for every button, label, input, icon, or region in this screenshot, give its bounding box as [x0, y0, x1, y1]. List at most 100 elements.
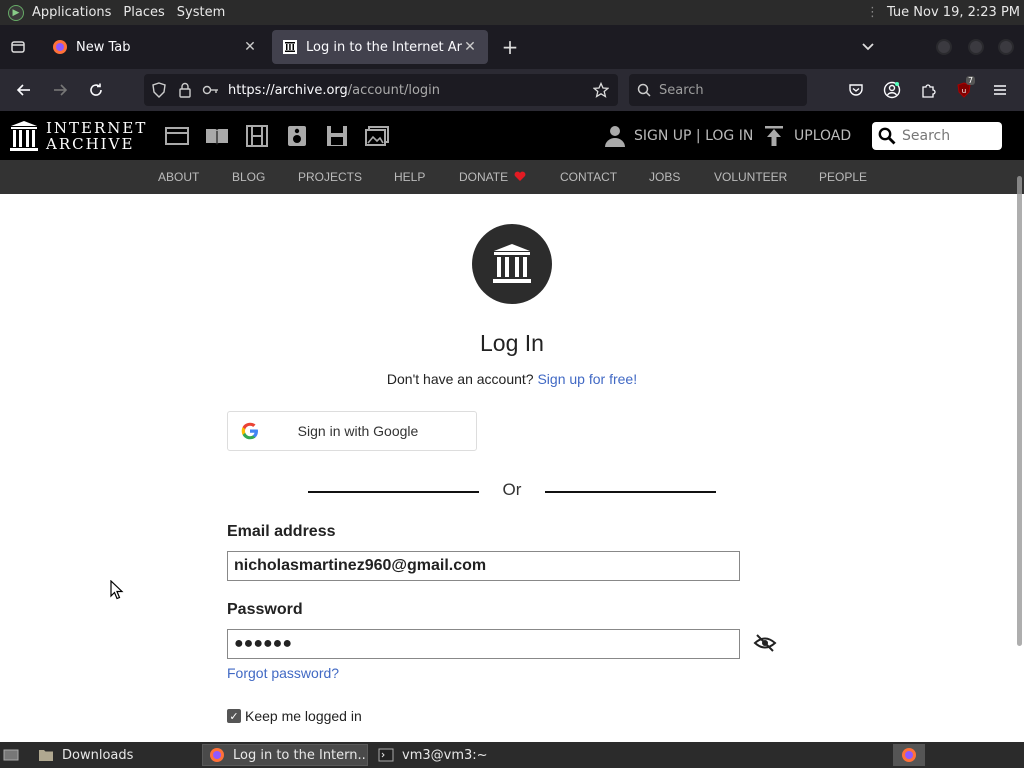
extensions-button[interactable] — [912, 74, 944, 106]
subnav-blog[interactable]: BLOG — [232, 160, 265, 194]
subnav-donate[interactable]: DONATE — [459, 160, 526, 194]
show-desktop-button[interactable] — [0, 744, 26, 766]
key-icon[interactable] — [198, 84, 224, 96]
subnav-volunteer[interactable]: VOLUNTEER — [714, 160, 787, 194]
ia-subnav: ABOUT BLOG PROJECTS HELP DONATE CONTACT … — [0, 160, 1024, 194]
clock-text: Tue Nov 19, 2:23 PM — [886, 5, 1020, 20]
reload-button[interactable] — [78, 74, 114, 106]
pocket-icon — [849, 84, 863, 96]
applications-menu[interactable]: Applications — [26, 0, 117, 25]
maximize-window-button[interactable] — [968, 39, 984, 55]
divider-right — [545, 491, 716, 493]
archive-favicon-icon — [283, 40, 297, 54]
applications-logo-icon[interactable]: ▶ — [8, 4, 24, 21]
signup-login-link[interactable]: SIGN UP | LOG IN — [604, 123, 753, 149]
google-signin-button[interactable]: Sign in with Google — [227, 411, 477, 451]
reload-icon — [90, 83, 102, 96]
ia-search-placeholder: Search — [902, 128, 951, 144]
taskbar-terminal[interactable]: vm3@vm3:~ — [372, 744, 532, 766]
upload-icon — [765, 126, 783, 146]
eye-slash-icon[interactable] — [753, 632, 777, 654]
archive-logo-badge — [472, 224, 552, 304]
password-field[interactable]: ●●●●●● — [227, 629, 740, 659]
keep-logged-in-checkbox[interactable]: ✓ — [227, 709, 241, 723]
audio-media-button[interactable] — [285, 125, 309, 147]
image-icon — [365, 126, 389, 146]
url-bar[interactable]: https://archive.org/account/login — [144, 74, 618, 106]
archive-building-icon — [493, 244, 531, 283]
arrow-left-icon — [16, 84, 30, 96]
new-tab-button[interactable]: + — [492, 30, 528, 64]
film-icon — [246, 125, 268, 147]
terminal-icon — [378, 748, 394, 762]
subnav-contact[interactable]: CONTACT — [560, 160, 617, 194]
tab-new-tab[interactable]: New Tab ✕ — [42, 30, 268, 64]
taskbar: Downloads Log in to the Intern... vm3@vm… — [0, 742, 1024, 768]
archive-building-icon — [10, 121, 38, 151]
back-button[interactable] — [6, 74, 42, 106]
system-menu[interactable]: System — [171, 0, 231, 25]
book-icon — [206, 129, 228, 145]
subnav-projects[interactable]: PROJECTS — [298, 160, 362, 194]
clock[interactable]: ⋮ Tue Nov 19, 2:23 PM — [866, 0, 1020, 25]
taskbar-downloads[interactable]: Downloads — [32, 744, 196, 766]
search-bar[interactable]: Search — [629, 74, 807, 106]
email-field[interactable]: nicholasmartinez960@gmail.com — [227, 551, 740, 581]
texts-media-button[interactable] — [205, 125, 229, 147]
ia-logo-line2: ARCHIVE — [46, 135, 135, 153]
places-menu[interactable]: Places — [117, 0, 170, 25]
subnav-people[interactable]: PEOPLE — [819, 160, 867, 194]
floppy-disk-icon — [327, 126, 347, 146]
subnav-jobs[interactable]: JOBS — [649, 160, 680, 194]
list-all-tabs-button[interactable] — [856, 25, 880, 69]
pocket-button[interactable] — [840, 74, 872, 106]
minimize-window-button[interactable] — [936, 39, 952, 55]
password-label: Password — [227, 601, 303, 618]
images-media-button[interactable] — [365, 125, 389, 147]
lock-icon[interactable] — [172, 82, 198, 98]
keep-logged-in-row[interactable]: ✓ Keep me logged in — [227, 708, 362, 724]
url-text[interactable]: https://archive.org/account/login — [228, 83, 440, 98]
url-host: https://archive.org — [228, 82, 348, 98]
navigation-bar: https://archive.org/account/login Search… — [0, 69, 1024, 111]
panel-separator: ⋮ — [865, 5, 879, 20]
account-button[interactable] — [876, 74, 908, 106]
forward-button[interactable] — [42, 74, 78, 106]
workspace-switcher[interactable] — [893, 744, 925, 766]
taskbar-item-label: vm3@vm3:~ — [402, 747, 488, 763]
shield-icon[interactable] — [146, 82, 172, 98]
keep-logged-in-label: Keep me logged in — [245, 708, 362, 724]
ublock-badge: 7 — [966, 76, 976, 85]
web-media-button[interactable] — [165, 125, 189, 147]
subnav-about[interactable]: ABOUT — [158, 160, 199, 194]
upload-text: UPLOAD — [794, 128, 852, 144]
plus-icon: + — [501, 35, 519, 59]
heart-icon — [514, 171, 526, 181]
software-media-button[interactable] — [325, 125, 349, 147]
forgot-password-link[interactable]: Forgot password? — [227, 665, 339, 681]
close-tab-icon[interactable]: ✕ — [462, 39, 478, 55]
video-media-button[interactable] — [245, 125, 269, 147]
ia-logo[interactable]: INTERNET ARCHIVE — [10, 120, 147, 152]
ublock-button[interactable]: u 7 — [948, 74, 980, 106]
tab-archive-login[interactable]: Log in to the Internet Archive ✕ — [272, 30, 488, 64]
upload-link[interactable]: UPLOAD — [764, 123, 851, 149]
taskbar-firefox[interactable]: Log in to the Intern... — [202, 744, 368, 766]
page-scrollbar[interactable] — [1017, 176, 1022, 646]
firefox-icon — [210, 748, 224, 762]
signup-link[interactable]: Sign up for free! — [537, 371, 637, 387]
no-account-text: Don't have an account? — [386, 371, 534, 387]
speaker-icon — [288, 126, 306, 146]
tab-title: New Tab — [76, 39, 131, 55]
bookmark-star-icon[interactable] — [588, 82, 614, 98]
tab-list-button[interactable] — [0, 25, 36, 69]
hamburger-menu-icon — [994, 85, 1006, 95]
ia-search-input[interactable]: Search — [872, 122, 1002, 150]
mouse-cursor-icon — [110, 580, 124, 600]
close-tab-icon[interactable]: ✕ — [242, 39, 258, 55]
web-icon — [165, 127, 189, 145]
subnav-help[interactable]: HELP — [394, 160, 425, 194]
signup-prompt: Don't have an account? Sign up for free! — [0, 371, 1024, 387]
close-window-button[interactable] — [998, 39, 1014, 55]
app-menu-button[interactable] — [984, 74, 1016, 106]
